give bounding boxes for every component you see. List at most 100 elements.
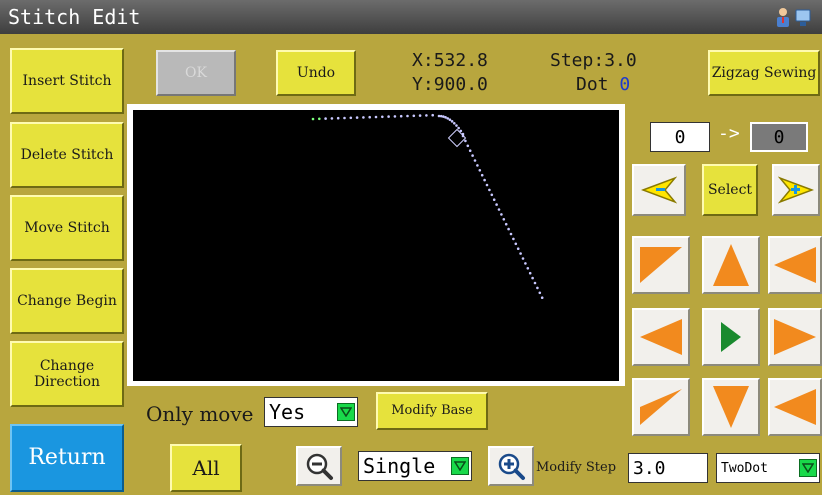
stitch-point	[512, 237, 515, 241]
change-begin-button[interactable]: Change Begin	[10, 268, 124, 334]
dropdown-icon	[337, 403, 355, 421]
down-arrow-icon	[713, 386, 749, 428]
move-left-button[interactable]	[632, 308, 690, 366]
insert-stitch-button[interactable]: Insert Stitch	[10, 48, 124, 114]
move-down-button[interactable]	[702, 378, 760, 436]
stitch-path	[311, 113, 544, 299]
modify-step-value: 3.0	[633, 457, 666, 479]
stitch-point	[504, 222, 508, 226]
stitch-point	[448, 118, 452, 122]
zigzag-sewing-button[interactable]: Zigzag Sewing	[708, 50, 820, 96]
dot-mode-value: TwoDot	[721, 460, 768, 476]
right-arrow-icon	[774, 319, 816, 355]
dot-readout: Dot 0	[576, 74, 631, 95]
stitch-point	[514, 242, 518, 246]
stitch-point	[425, 114, 428, 117]
up-arrow-icon	[713, 244, 749, 286]
select-button[interactable]: Select	[702, 164, 758, 216]
previous-stitch-button[interactable]	[632, 164, 686, 216]
y-coordinate: Y:900.0	[412, 74, 488, 95]
stitch-point	[509, 232, 513, 236]
zoom-in-button[interactable]	[488, 446, 534, 486]
mode-select[interactable]: Single	[358, 451, 472, 481]
stitch-point	[349, 116, 353, 120]
move-down-right-button[interactable]	[768, 378, 822, 436]
stitch-point	[343, 116, 346, 120]
status-icons	[777, 8, 811, 27]
zoom-out-button[interactable]	[296, 446, 342, 486]
dropdown-icon	[451, 457, 469, 475]
stitch-point	[526, 267, 530, 270]
return-button[interactable]: Return	[10, 424, 124, 492]
stitch-point	[431, 113, 435, 117]
stitch-point	[524, 262, 527, 265]
only-move-select[interactable]: Yes	[264, 397, 358, 427]
plus-arrow-icon	[778, 176, 814, 204]
change-direction-button[interactable]: Change Direction	[10, 341, 124, 407]
stitch-point	[473, 159, 477, 162]
up-right-arrow-icon	[774, 247, 816, 283]
modify-step-input[interactable]: 3.0	[628, 453, 708, 483]
stitch-point	[531, 276, 534, 280]
all-button[interactable]: All	[170, 444, 242, 492]
stitch-point	[412, 114, 416, 118]
move-up-button[interactable]	[702, 236, 760, 294]
stitch-point	[368, 115, 371, 119]
stitch-point	[468, 149, 472, 152]
stitch-point	[536, 286, 539, 290]
minus-arrow-icon	[641, 176, 677, 204]
stitch-point	[507, 227, 510, 231]
zoom-out-icon	[306, 453, 333, 480]
window-title: Stitch Edit	[8, 5, 141, 29]
play-icon	[721, 322, 741, 352]
undo-button[interactable]: Undo	[276, 50, 356, 96]
selected-stitch-marker	[447, 128, 467, 148]
stitch-point	[492, 198, 496, 201]
range-arrow: ->	[718, 123, 740, 144]
stitch-point	[488, 188, 491, 192]
modify-base-button[interactable]: Modify Base	[376, 392, 488, 430]
stitch-point	[533, 281, 537, 285]
stitch-canvas[interactable]	[133, 110, 619, 381]
stitch-point	[330, 117, 334, 120]
dot-mode-select[interactable]: TwoDot	[716, 453, 820, 483]
range-from[interactable]: 0	[650, 122, 710, 152]
ok-button[interactable]: OK	[156, 50, 236, 96]
mode-value: Single	[363, 454, 436, 478]
stitch-point	[450, 120, 454, 123]
stitch-point	[318, 117, 321, 121]
stitch-point	[528, 271, 532, 275]
stitch-point	[311, 117, 315, 121]
stitch-point	[464, 139, 467, 143]
stitch-point	[446, 117, 450, 120]
stitch-point	[457, 126, 460, 130]
next-stitch-button[interactable]	[772, 164, 820, 216]
move-up-right-button[interactable]	[768, 236, 822, 294]
modify-step-label: Modify Step	[536, 460, 617, 475]
move-stitch-button[interactable]: Move Stitch	[10, 195, 124, 261]
move-right-button[interactable]	[768, 308, 822, 366]
down-right-arrow-icon	[774, 389, 816, 425]
stitch-point	[336, 116, 340, 120]
stitch-point	[439, 114, 443, 118]
only-move-value: Yes	[269, 400, 306, 424]
step-readout: Step:3.0	[550, 50, 637, 71]
stitch-point	[406, 114, 409, 118]
move-up-left-button[interactable]	[632, 236, 690, 294]
stitch-point	[480, 173, 484, 177]
delete-stitch-button[interactable]: Delete Stitch	[10, 122, 124, 188]
x-coordinate: X:532.8	[412, 50, 488, 71]
stitch-point	[485, 183, 489, 187]
stitch-point	[483, 178, 486, 182]
stitch-point	[500, 213, 503, 216]
zoom-in-icon	[498, 453, 525, 480]
play-button[interactable]	[702, 308, 760, 366]
stitch-point	[497, 208, 501, 211]
stitch-point	[418, 114, 422, 117]
stitch-point	[355, 116, 359, 119]
stitch-point	[502, 218, 506, 221]
down-left-arrow-icon	[640, 389, 682, 425]
move-down-left-button[interactable]	[632, 378, 690, 436]
monitor-icon	[795, 9, 811, 26]
stitch-point	[516, 247, 520, 250]
